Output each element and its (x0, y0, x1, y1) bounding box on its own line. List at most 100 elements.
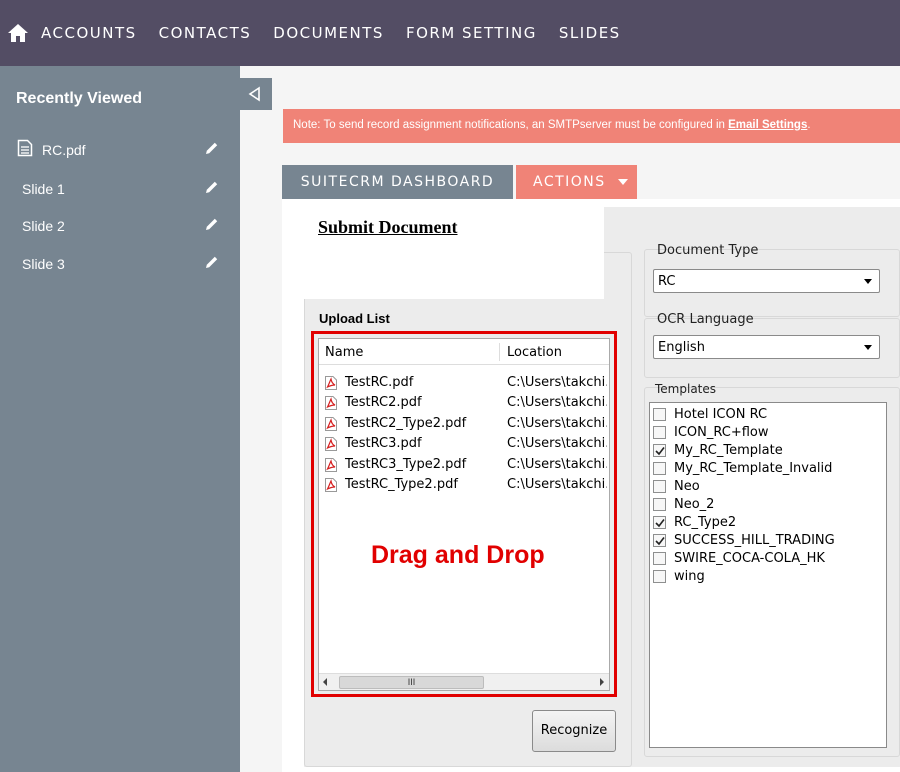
file-row[interactable]: TestRC3_Type2.pdf C:\Users\takchi.lin\D (325, 455, 607, 475)
document-type-select[interactable]: RC (653, 269, 880, 293)
checkmark-icon (655, 519, 665, 528)
email-settings-link[interactable]: Email Settings (728, 119, 807, 131)
templates-list[interactable]: Hotel ICON RC ICON_RC+flow My_RC_Template M… (649, 402, 887, 748)
sidebar-title: Recently Viewed (16, 90, 142, 107)
template-item[interactable]: Neo_2 (653, 496, 885, 514)
file-location: C:\Users\takchi.lin\D (507, 395, 607, 411)
smtp-note: Note: To send record assignment notifica… (283, 109, 900, 143)
pencil-icon[interactable] (204, 216, 220, 232)
template-label: RC_Type2 (674, 515, 737, 530)
sidebar-item-slide-2[interactable]: Slide 2 (0, 212, 240, 242)
dropdown-arrow-icon (864, 279, 872, 284)
pdf-file-icon (325, 396, 337, 411)
nav-contacts[interactable]: CONTACTS (159, 24, 252, 42)
file-name: TestRC3.pdf (345, 436, 422, 452)
file-row[interactable]: TestRC2_Type2.pdf C:\Users\takchi.lin\D (325, 414, 607, 434)
tab-suitecrm-dashboard[interactable]: SUITECRM DASHBOARD (282, 165, 513, 199)
checkmark-icon (655, 447, 665, 456)
note-text: Note: To send record assignment notifica… (293, 119, 729, 131)
template-item[interactable]: RC_Type2 (653, 514, 885, 532)
sidebar-item-rc-pdf[interactable]: RC.pdf (0, 136, 240, 166)
nav-documents[interactable]: DOCUMENTS (273, 24, 384, 42)
scroll-right-icon[interactable] (600, 678, 604, 686)
template-checkbox[interactable] (653, 498, 666, 511)
file-row[interactable]: TestRC3.pdf C:\Users\takchi.lin\D (325, 434, 607, 454)
ocr-language-value: English (658, 340, 705, 355)
template-label: ICON_RC+flow (674, 425, 769, 440)
file-location: C:\Users\takchi.lin\D (507, 436, 607, 452)
template-label: Neo_2 (674, 497, 715, 512)
horizontal-scrollbar[interactable]: III (319, 673, 609, 690)
nav-slides[interactable]: SLIDES (559, 24, 621, 42)
pencil-icon[interactable] (204, 254, 220, 270)
column-separator (499, 343, 500, 361)
upload-list-label: Upload List (319, 311, 390, 326)
template-checkbox[interactable] (653, 570, 666, 583)
pdf-file-icon (325, 416, 337, 431)
submit-document-title: Submit Document (318, 217, 458, 237)
template-checkbox[interactable] (653, 516, 666, 529)
drag-drop-highlight: Name Location TestRC.pdf C:\Users\takchi.… (311, 331, 617, 697)
submit-document-window: Submit Document Upload List Name Locatio… (304, 207, 900, 767)
template-checkbox[interactable] (653, 534, 666, 547)
nav-accounts[interactable]: ACCOUNTS (41, 24, 137, 42)
pdf-file-icon (325, 376, 337, 390)
column-location[interactable]: Location (507, 345, 562, 360)
file-row[interactable]: TestRC_Type2.pdf C:\Users\takchi.lin\D (325, 475, 607, 495)
template-item[interactable]: wing (653, 568, 885, 586)
template-item[interactable]: SWIRE_COCA-COLA_HK (653, 550, 885, 568)
scroll-left-icon[interactable] (323, 678, 327, 686)
file-location: C:\Users\takchi.lin\D (507, 456, 607, 472)
column-name[interactable]: Name (325, 345, 363, 360)
file-location: C:\Users\takchi.lin\D (507, 477, 607, 492)
home-icon[interactable] (7, 22, 29, 44)
template-item[interactable]: My_RC_Template (653, 442, 885, 460)
drag-drop-text: Drag and Drop (371, 541, 545, 569)
pencil-icon[interactable] (204, 140, 220, 156)
top-nav: ACCOUNTS CONTACTS DOCUMENTS FORM SETTING… (0, 0, 900, 66)
pencil-icon[interactable] (204, 179, 220, 195)
ocr-language-select[interactable]: English (653, 335, 880, 359)
dashboard-panel: Submit Document Upload List Name Locatio… (282, 199, 900, 772)
sidebar: Recently Viewed RC.pdf Slide 1 Slide 2 S… (0, 66, 240, 772)
template-checkbox[interactable] (653, 444, 666, 457)
template-checkbox[interactable] (653, 552, 666, 565)
template-label: SWIRE_COCA-COLA_HK (674, 551, 825, 566)
scroll-thumb[interactable]: III (339, 676, 484, 689)
sidebar-item-slide-1[interactable]: Slide 1 (0, 175, 240, 205)
file-row[interactable]: TestRC.pdf C:\Users\takchi.lin\D (325, 373, 607, 393)
template-checkbox[interactable] (653, 480, 666, 493)
dropdown-arrow-icon (864, 345, 872, 350)
template-checkbox[interactable] (653, 462, 666, 475)
file-name: TestRC2_Type2.pdf (345, 415, 467, 431)
template-item[interactable]: Neo (653, 478, 885, 496)
sidebar-item-label: Slide 3 (22, 256, 65, 272)
template-checkbox[interactable] (653, 426, 666, 439)
templates-label: Templates (655, 382, 717, 396)
template-label: My_RC_Template_Invalid (674, 461, 833, 476)
template-item[interactable]: My_RC_Template_Invalid (653, 460, 885, 478)
ocr-language-label: OCR Language (657, 312, 754, 327)
recognize-button[interactable]: Recognize (532, 710, 616, 752)
pdf-file-icon (325, 457, 337, 472)
template-checkbox[interactable] (653, 408, 666, 421)
template-label: My_RC_Template (674, 443, 783, 458)
template-label: wing (674, 569, 705, 584)
template-item[interactable]: Hotel ICON RC (653, 406, 885, 424)
nav-form-setting[interactable]: FORM SETTING (406, 24, 537, 42)
template-item[interactable]: ICON_RC+flow (653, 424, 885, 442)
upload-file-list[interactable]: Name Location TestRC.pdf C:\Users\takchi.… (318, 338, 610, 691)
sidebar-collapse-button[interactable] (240, 78, 272, 110)
template-item[interactable]: SUCCESS_HILL_TRADING (653, 532, 885, 550)
file-name: TestRC2.pdf (345, 395, 422, 411)
actions-dropdown[interactable]: ACTIONS (516, 165, 637, 199)
file-name: TestRC_Type2.pdf (345, 477, 458, 492)
file-name: TestRC.pdf (345, 375, 414, 390)
caret-down-icon (618, 179, 628, 185)
template-label: Hotel ICON RC (674, 407, 768, 422)
sidebar-item-slide-3[interactable]: Slide 3 (0, 250, 240, 280)
file-row[interactable]: TestRC2.pdf C:\Users\takchi.lin\D (325, 393, 607, 413)
checkmark-icon (655, 537, 665, 546)
template-label: Neo (674, 479, 700, 494)
sidebar-item-label: RC.pdf (42, 142, 86, 158)
